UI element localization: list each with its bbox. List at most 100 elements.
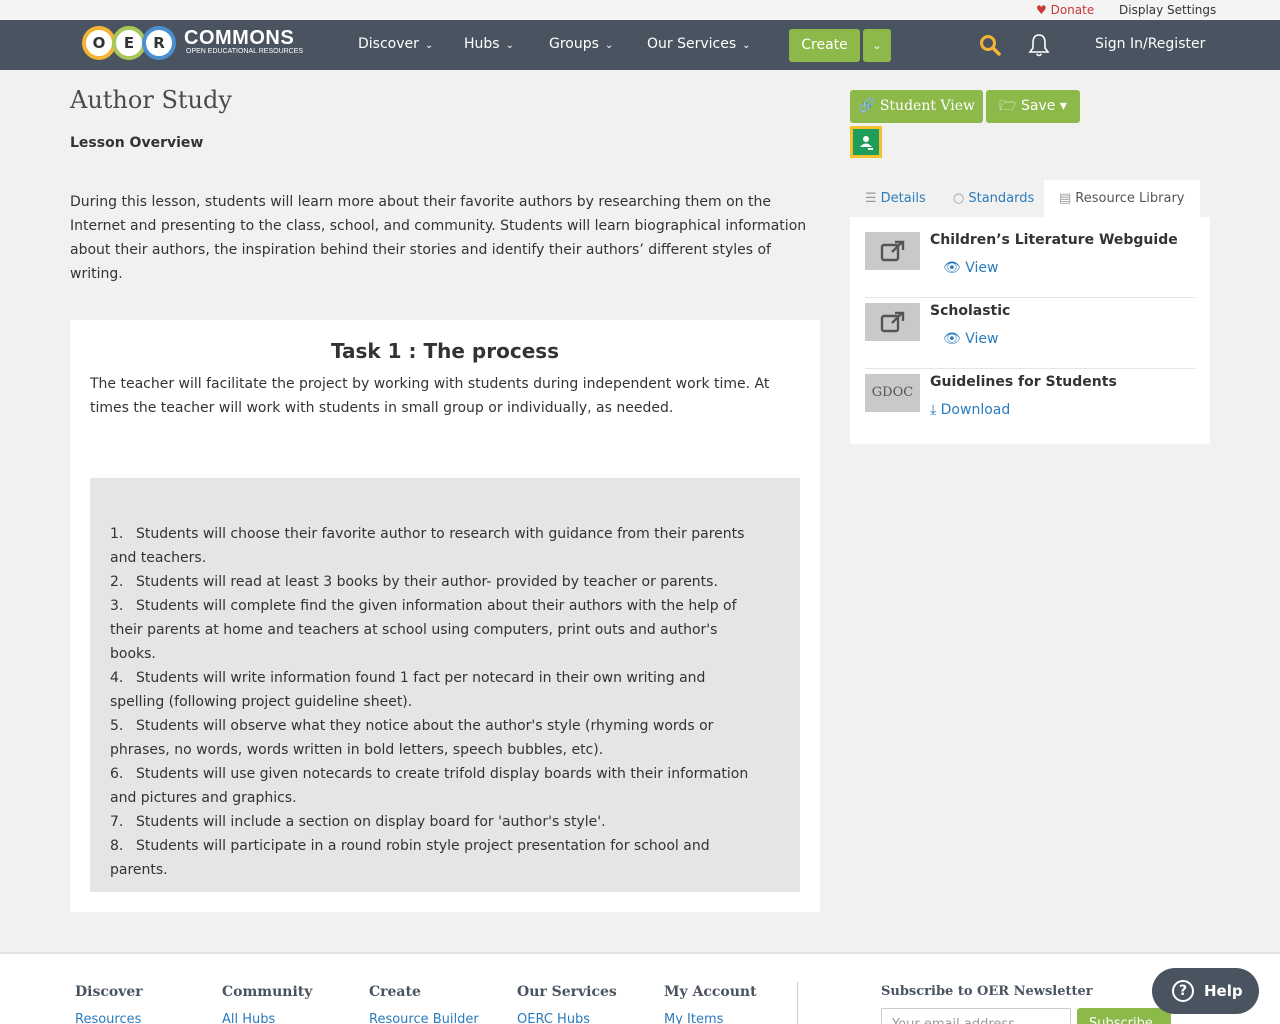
tab-standards[interactable]: ○ Standards [938,180,1049,217]
footer-link-oerc-hubs[interactable]: OERC Hubs [517,1012,590,1024]
donate-link[interactable]: ♥ Donate [1036,3,1094,17]
divider [865,297,1195,298]
view-link[interactable]: 👁 View [943,260,998,276]
step-text: Students will choose their favorite auth… [110,526,745,566]
step-number: 5. [110,718,124,734]
view-link[interactable]: 👁 View [943,331,998,347]
footer-heading-create: Create [369,984,421,1000]
list-item: 1. Students will choose their favorite au… [110,522,780,570]
lesson-overview-text: During this lesson, students will learn … [70,194,807,282]
nav-groups[interactable]: Groups ⌄ [549,36,613,52]
logo-tagline: OPEN EDUCATIONAL RESOURCES [186,48,304,55]
display-settings-link[interactable]: Display Settings [1119,3,1216,17]
chevron-down-icon: ⌄ [424,40,434,51]
tab-details-label: Details [880,191,926,206]
download-icon: ⤓ [930,402,937,418]
student-view-button[interactable]: 🔗 Student View [850,90,983,123]
book-icon: ▤ [1059,191,1072,206]
step-number: 3. [110,598,124,614]
step-number: 4. [110,670,124,686]
footer: Discover Resources Community All Hubs Cr… [0,952,1280,1024]
student-view-label: Student View [879,98,976,114]
nav-hubs[interactable]: Hubs ⌄ [464,36,514,52]
newsletter-heading: Subscribe to OER Newsletter [881,984,1093,999]
nav-hubs-label: Hubs [464,36,500,52]
search-icon[interactable] [979,34,1001,56]
step-text: Students will write information found 1 … [110,670,706,710]
nav-our-services[interactable]: Our Services ⌄ [647,36,751,52]
list-item: 4. Students will write information found … [110,666,780,714]
tab-standards-label: Standards [968,191,1035,206]
utility-bar: ♥ Donate Display Settings [0,0,1280,20]
divider [865,368,1195,369]
logo-letter-r: R [142,26,176,60]
step-text: Students will observe what they notice a… [110,718,714,758]
step-text: Students will use given notecards to cre… [110,766,749,806]
newsletter-email-input[interactable]: Your email address [881,1008,1071,1024]
logo-brand: COMMONS [184,27,295,49]
step-text: Students will complete find the given in… [110,598,737,662]
eye-icon: 👁 [943,331,961,347]
donate-label: Donate [1050,3,1095,17]
external-link-icon[interactable] [865,303,920,341]
create-button[interactable]: Create [789,29,860,62]
logo-letter-e: E [112,26,146,60]
question-icon: ? [1172,980,1194,1002]
create-dropdown-button[interactable]: ⌄ [863,29,891,62]
eye-icon: 👁 [943,260,961,276]
task-title: Task 1 : The process [330,339,560,363]
chevron-down-icon: ⌄ [742,40,751,51]
nav-discover-label: Discover [358,36,419,52]
footer-link-resources[interactable]: Resources [75,1012,141,1024]
tab-resource-library[interactable]: ▤ Resource Library [1044,180,1200,217]
download-link[interactable]: ⤓ Download [930,402,1010,418]
list-item: 7. Students will include a section on dis… [110,810,780,834]
gdoc-thumbnail[interactable]: GDOC [865,374,920,412]
view-label: View [965,260,999,276]
footer-link-all-hubs[interactable]: All Hubs [222,1012,275,1024]
list-item: 8. Students will participate in a round r… [110,834,780,882]
list-item: 5. Students will observe what they notice… [110,714,780,762]
step-number: 8. [110,838,124,854]
task-description: The teacher will facilitate the project … [90,376,770,416]
nav-our-services-label: Our Services [647,36,737,52]
list-icon: ☰ [865,191,877,206]
sign-in-register-link[interactable]: Sign In/Register [1095,36,1205,52]
bell-icon[interactable] [1028,33,1050,57]
save-label: Save [1020,98,1056,114]
chevron-down-icon: ⌄ [604,40,614,51]
step-number: 1. [110,526,124,542]
tab-resource-library-label: Resource Library [1075,191,1185,206]
folder-icon: 🗁 [999,98,1017,114]
tab-details[interactable]: ☰ Details [850,180,941,217]
list-item: 6. Students will use given notecards to c… [110,762,780,810]
lesson-overview-heading: Lesson Overview [70,135,204,151]
help-label: Help [1204,982,1243,1000]
step-text: Students will include a section on displ… [136,814,606,830]
footer-heading-discover: Discover [75,984,143,1000]
resource-name[interactable]: Children’s Literature Webguide [930,232,1178,248]
resource-name[interactable]: Guidelines for Students [930,374,1117,390]
list-item: 3. Students will complete find the given … [110,594,780,666]
chevron-down-icon: ⌄ [505,40,514,51]
nav-discover[interactable]: Discover ⌄ [358,36,433,52]
view-label: View [965,331,999,347]
footer-heading-community: Community [222,984,313,1000]
chevron-down-icon: ⌄ [872,39,882,52]
nav-groups-label: Groups [549,36,599,52]
resource-name[interactable]: Scholastic [930,303,1010,319]
google-classroom-icon[interactable] [850,126,882,158]
footer-heading-my-account: My Account [664,984,757,1000]
help-button[interactable]: ? Help [1152,968,1259,1014]
subscribe-button[interactable]: Subscribe [1077,1008,1171,1024]
step-number: 6. [110,766,124,782]
task-card: Task 1 : The process The teacher will fa… [70,320,820,912]
classroom-person-icon [860,136,873,150]
save-button[interactable]: 🗁 Save ▾ [986,90,1080,123]
oer-commons-logo[interactable]: O E R COMMONS OPEN EDUCATIONAL RESOURCES [82,26,303,60]
step-number: 7. [110,814,124,830]
step-text: Students will participate in a round rob… [110,838,710,878]
footer-link-resource-builder[interactable]: Resource Builder [369,1012,479,1024]
footer-link-my-items[interactable]: My Items [664,1012,723,1024]
external-link-icon[interactable] [865,232,920,270]
